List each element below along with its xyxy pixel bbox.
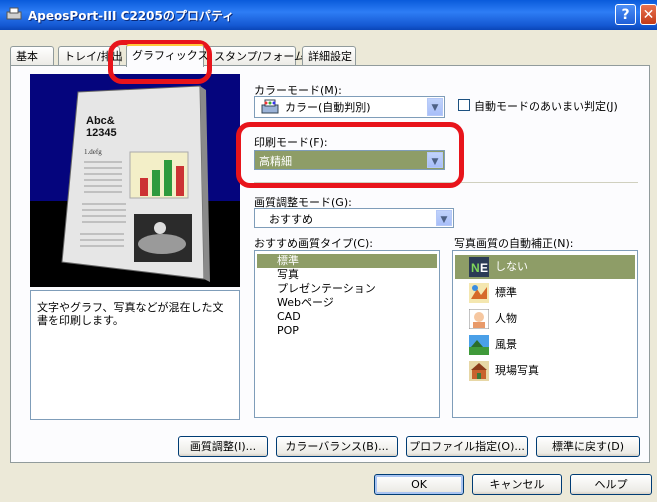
preview-heading-1: Abc&: [86, 115, 115, 127]
tab-basic[interactable]: 基本: [10, 46, 54, 65]
auto-ambiguity-label: 自動モードのあいまい判定(J): [474, 100, 618, 113]
color-mode-select[interactable]: カラー(自動判別) ▼: [254, 96, 445, 118]
tab-stamp-form[interactable]: スタンプ/フォーム: [208, 46, 305, 65]
list-item[interactable]: プレゼンテーション: [257, 282, 437, 296]
profile-button[interactable]: プロファイル指定(O)...: [406, 436, 528, 457]
close-title-button[interactable]: ✕: [640, 4, 657, 25]
standard-photo-icon: [469, 283, 489, 303]
mode-description-text: 文字やグラフ、写真などが混在した文書を印刷します。: [37, 301, 224, 327]
tab-graphics[interactable]: グラフィックス: [126, 44, 208, 67]
list-item[interactable]: POP: [257, 324, 437, 338]
list-item[interactable]: 人物: [455, 307, 635, 331]
quality-adjust-button[interactable]: 画質調整(I)...: [178, 436, 268, 457]
person-photo-icon: [469, 309, 489, 329]
quality-mode-select[interactable]: おすすめ ▼: [254, 208, 454, 228]
title-bar[interactable]: ApeosPort-III C2205のプロパティ ? ✕: [0, 0, 657, 30]
color-printer-icon: [261, 99, 279, 114]
document-preview: Abc& 12345 1.defg: [30, 74, 240, 287]
reset-default-button[interactable]: 標準に戻す(D): [536, 436, 640, 457]
print-mode-highlight: [236, 122, 464, 188]
window-title: ApeosPort-III C2205のプロパティ: [28, 9, 235, 23]
list-item[interactable]: N E しない: [455, 255, 635, 279]
preview-subheading: 1.defg: [84, 148, 102, 156]
mode-description: 文字やグラフ、写真などが混在した文書を印刷します。: [30, 290, 240, 420]
list-item[interactable]: 標準: [455, 281, 635, 305]
recommended-type-list[interactable]: 標準 写真 プレゼンテーション Webページ CAD POP: [254, 250, 440, 418]
list-item-label: 風景: [495, 338, 517, 351]
list-item[interactable]: 風景: [455, 333, 635, 357]
list-item-label: 標準: [495, 286, 517, 299]
list-item[interactable]: Webページ: [257, 296, 437, 310]
tab-advanced[interactable]: 詳細設定: [302, 46, 356, 65]
chevron-down-icon[interactable]: ▼: [436, 210, 452, 226]
preview-document-image: Abc& 12345 1.defg: [61, 85, 210, 282]
list-item-label: しない: [495, 260, 528, 273]
list-item[interactable]: 写真: [257, 268, 437, 282]
site-photo-icon: [469, 361, 489, 381]
recommended-type-label: おすすめ画質タイプ(C):: [254, 237, 373, 250]
chevron-down-icon[interactable]: ▼: [427, 98, 443, 116]
svg-text:E: E: [480, 261, 488, 275]
ok-button[interactable]: OK: [374, 474, 464, 495]
color-balance-button[interactable]: カラーバランス(B)...: [276, 436, 398, 457]
preview-heading-2: 12345: [86, 127, 117, 139]
help-button[interactable]: ヘルプ: [570, 474, 652, 495]
auto-correction-list[interactable]: N E しない 標準 人物 風景 現場写真: [452, 250, 638, 418]
help-title-button[interactable]: ?: [615, 4, 636, 25]
svg-text:N: N: [471, 261, 480, 275]
list-item[interactable]: 現場写真: [455, 359, 635, 383]
auto-correction-label: 写真画質の自動補正(N):: [454, 237, 574, 250]
cancel-button[interactable]: キャンセル: [472, 474, 562, 495]
list-item-label: 現場写真: [495, 364, 539, 377]
printer-icon: [6, 7, 22, 20]
none-icon: N E: [469, 257, 489, 277]
auto-ambiguity-checkbox[interactable]: [458, 99, 470, 111]
list-item-label: 人物: [495, 312, 517, 325]
properties-window: ApeosPort-III C2205のプロパティ ? ✕ 基本 トレイ/排出 …: [0, 0, 657, 502]
color-mode-value: カラー(自動判別): [285, 101, 371, 114]
quality-mode-value: おすすめ: [269, 213, 313, 226]
list-item[interactable]: CAD: [257, 310, 437, 324]
list-item[interactable]: 標準: [257, 254, 437, 268]
landscape-photo-icon: [469, 335, 489, 355]
